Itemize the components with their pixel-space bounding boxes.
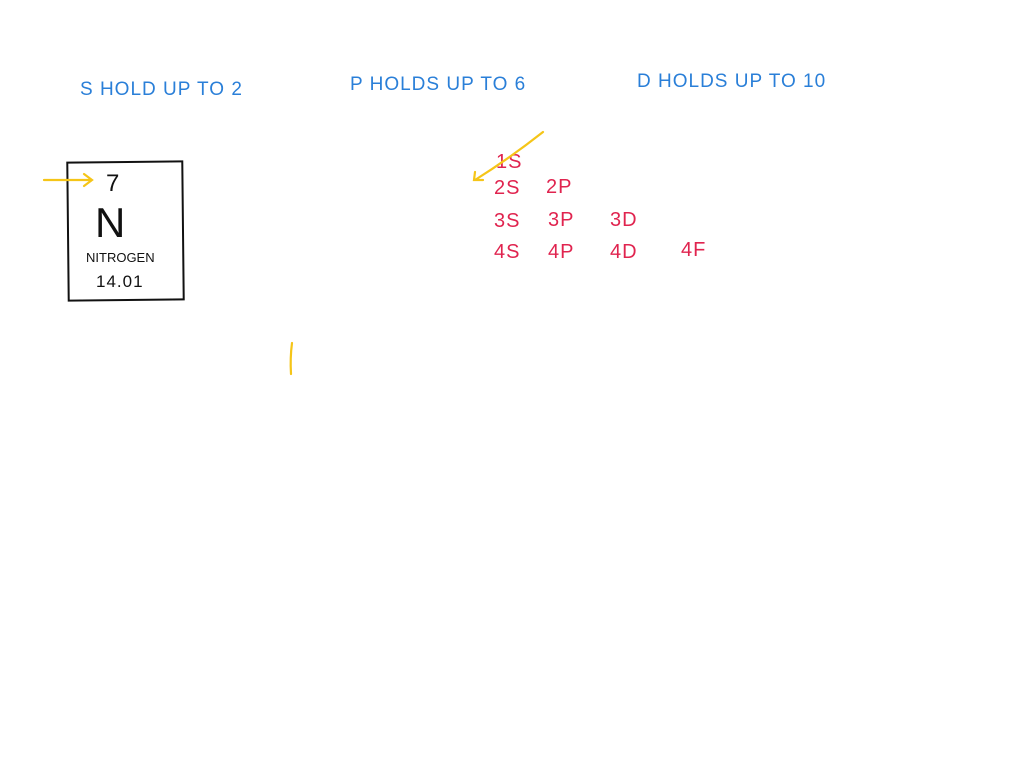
arrow-right-icon: [42, 172, 94, 188]
cursor-line: [289, 341, 294, 376]
diagonal-arrow-icon: [472, 130, 545, 182]
annotations: [42, 130, 545, 376]
